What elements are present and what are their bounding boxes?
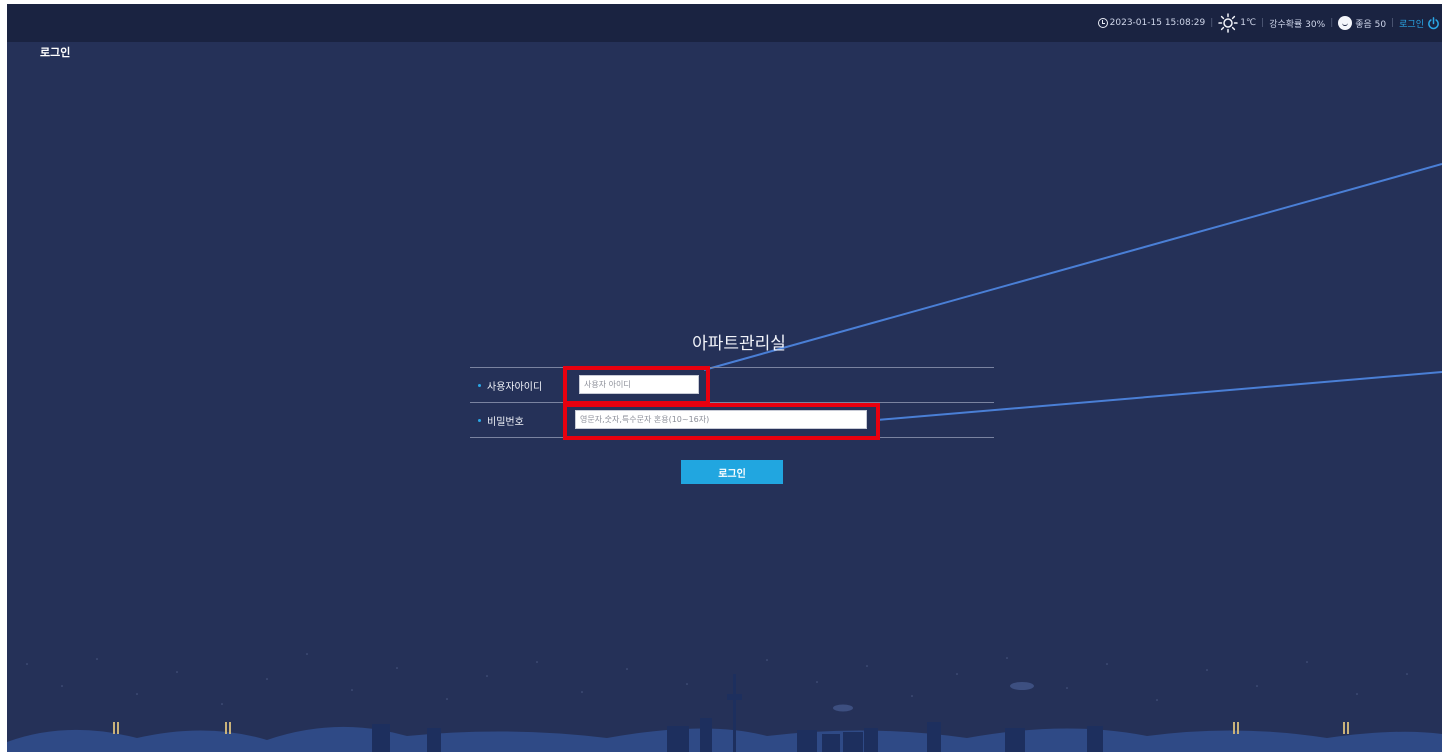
login-form: 사용자아이디 비밀번호 — [470, 367, 994, 438]
login-button[interactable]: 로그인 — [681, 460, 783, 484]
password-label-text: 비밀번호 — [487, 416, 524, 428]
user-id-row: 사용자아이디 — [470, 368, 994, 403]
user-id-label: 사용자아이디 — [478, 368, 542, 402]
password-input[interactable] — [575, 410, 867, 429]
bullet-icon — [478, 383, 481, 387]
password-label: 비밀번호 — [478, 403, 524, 437]
login-screen: 2023-01-15 15:08:29 | 1℃ | 강수확률 30% | 좋음… — [7, 4, 1442, 752]
password-row: 비밀번호 — [470, 403, 994, 438]
bullet-icon — [478, 418, 481, 422]
user-id-label-text: 사용자아이디 — [487, 381, 543, 393]
app-title: 아파트관리실 — [692, 334, 786, 354]
user-id-input[interactable] — [579, 375, 699, 394]
city-skyline — [7, 653, 1442, 752]
